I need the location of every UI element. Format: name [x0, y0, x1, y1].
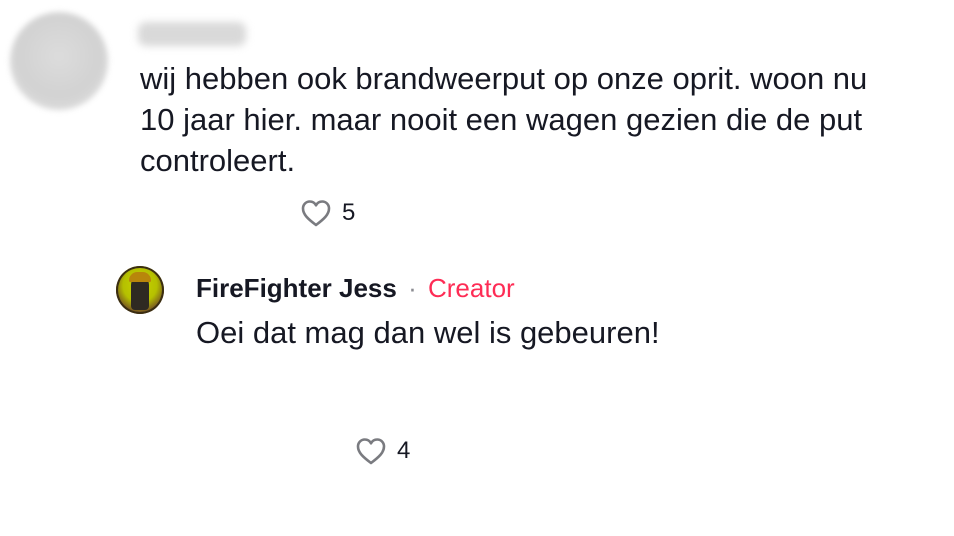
comment: wij hebben ook brandweerput op onze opri…	[0, 0, 954, 250]
heart-outline-icon	[356, 438, 386, 465]
comment-text: wij hebben ook brandweerput op onze opri…	[140, 61, 868, 178]
commenter-avatar[interactable]	[10, 12, 108, 110]
reply-username[interactable]: FireFighter Jess	[196, 273, 397, 303]
reply-like-button[interactable]: 4	[355, 366, 954, 536]
heart-outline-icon	[301, 200, 331, 227]
reply-avatar[interactable]	[116, 266, 164, 314]
creator-badge: Creator	[428, 273, 515, 303]
comment-like-count: 5	[342, 199, 356, 226]
reply-header: FireFighter Jess · Creator	[196, 272, 515, 304]
reply-separator: ·	[408, 273, 417, 303]
commenter-username[interactable]	[138, 22, 246, 46]
comment-like-button[interactable]: 5	[300, 198, 355, 228]
reply-like-count: 4	[397, 437, 411, 464]
avatar-helmet	[129, 272, 151, 282]
reply-text: Oei dat mag dan wel is gebeuren!	[196, 315, 660, 350]
